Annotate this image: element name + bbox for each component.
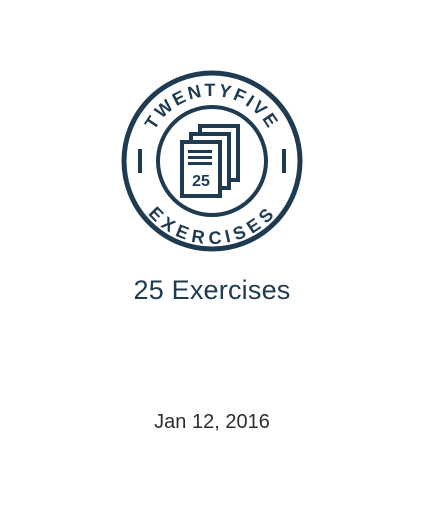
badge-ring-bottom-text: EXERCISES [145, 203, 279, 248]
twentyfive-exercises-badge-icon: TWENTYFIVE EXERCISES 25 [120, 69, 304, 253]
item-title[interactable]: 25 Exercises [0, 275, 424, 306]
exercise-pack-card[interactable]: TWENTYFIVE EXERCISES 25 25 Exercises Jan… [0, 0, 424, 508]
badge-ring-bottom-textpath: EXERCISES [145, 203, 277, 248]
badge-center-number: 25 [192, 173, 210, 190]
badge-right-tick [282, 149, 286, 173]
item-date: Jan 12, 2016 [154, 411, 270, 433]
stacked-sheets-icon: 25 [180, 124, 240, 198]
badge-left-tick [138, 149, 142, 173]
